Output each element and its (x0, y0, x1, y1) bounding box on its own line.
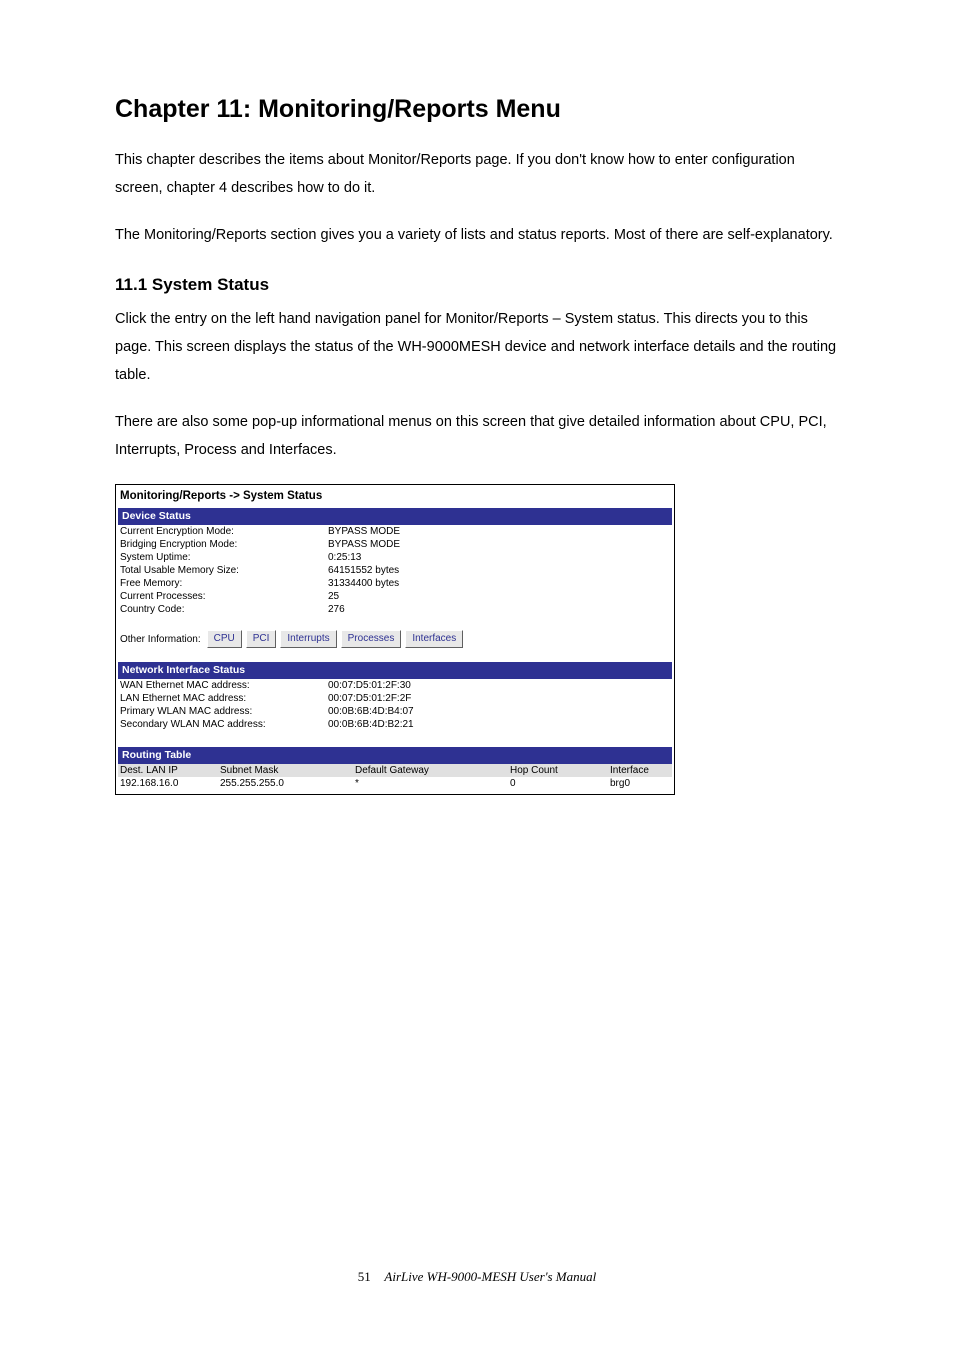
status-value: 00:0B:6B:4D:B4:07 (328, 706, 670, 717)
paragraph: There are also some pop-up informational… (115, 408, 839, 465)
table-row: 192.168.16.0 255.255.255.0 * 0 brg0 (118, 777, 672, 790)
status-label: System Uptime: (120, 552, 328, 563)
page-footer: 51 AirLive WH-9000-MESH User's Manual (0, 1269, 954, 1285)
cell: 255.255.255.0 (220, 778, 355, 789)
chapter-title: Chapter 11: Monitoring/Reports Menu (115, 95, 839, 124)
cell: * (355, 778, 510, 789)
processes-button[interactable]: Processes (341, 630, 402, 648)
cell: 0 (510, 778, 610, 789)
status-row: Bridging Encryption Mode: BYPASS MODE (116, 538, 674, 551)
status-row: Free Memory: 31334400 bytes (116, 577, 674, 590)
status-row: Primary WLAN MAC address: 00:0B:6B:4D:B4… (116, 705, 674, 718)
table-header-row: Dest. LAN IP Subnet Mask Default Gateway… (118, 764, 672, 777)
status-value: 25 (328, 591, 670, 602)
page-number: 51 (358, 1269, 371, 1284)
screenshot-title: Monitoring/Reports -> System Status (116, 485, 674, 508)
column-header: Subnet Mask (220, 765, 355, 776)
status-value: 0:25:13 (328, 552, 670, 563)
column-header: Dest. LAN IP (120, 765, 220, 776)
pci-button[interactable]: PCI (246, 630, 277, 648)
status-value: 00:07:D5:01:2F:2F (328, 693, 670, 704)
status-label: Current Encryption Mode: (120, 526, 328, 537)
status-row: LAN Ethernet MAC address: 00:07:D5:01:2F… (116, 692, 674, 705)
routing-table-header: Routing Table (118, 747, 672, 764)
other-info-label: Other Information: (120, 634, 201, 645)
status-row: Secondary WLAN MAC address: 00:0B:6B:4D:… (116, 718, 674, 731)
status-row: System Uptime: 0:25:13 (116, 551, 674, 564)
status-label: LAN Ethernet MAC address: (120, 693, 328, 704)
status-label: Current Processes: (120, 591, 328, 602)
interfaces-button[interactable]: Interfaces (405, 630, 463, 648)
status-label: Country Code: (120, 604, 328, 615)
status-value: 00:0B:6B:4D:B2:21 (328, 719, 670, 730)
status-label: Primary WLAN MAC address: (120, 706, 328, 717)
status-row: WAN Ethernet MAC address: 00:07:D5:01:2F… (116, 679, 674, 692)
routing-table: Dest. LAN IP Subnet Mask Default Gateway… (118, 764, 672, 790)
status-label: Bridging Encryption Mode: (120, 539, 328, 550)
interrupts-button[interactable]: Interrupts (280, 630, 336, 648)
status-row: Country Code: 276 (116, 603, 674, 616)
status-value: 31334400 bytes (328, 578, 670, 589)
footer-manual-name: AirLive WH-9000-MESH User's Manual (384, 1269, 596, 1284)
status-label: WAN Ethernet MAC address: (120, 680, 328, 691)
device-status-header: Device Status (118, 508, 672, 525)
other-info-row: Other Information: CPU PCI Interrupts Pr… (116, 616, 674, 662)
status-label: Secondary WLAN MAC address: (120, 719, 328, 730)
paragraph: This chapter describes the items about M… (115, 146, 839, 203)
status-row: Current Encryption Mode: BYPASS MODE (116, 525, 674, 538)
status-row: Total Usable Memory Size: 64151552 bytes (116, 564, 674, 577)
column-header: Default Gateway (355, 765, 510, 776)
status-value: BYPASS MODE (328, 539, 670, 550)
cpu-button[interactable]: CPU (207, 630, 242, 648)
status-value: 00:07:D5:01:2F:30 (328, 680, 670, 691)
cell: brg0 (610, 778, 670, 789)
status-value: BYPASS MODE (328, 526, 670, 537)
status-label: Total Usable Memory Size: (120, 565, 328, 576)
column-header: Interface (610, 765, 670, 776)
status-value: 64151552 bytes (328, 565, 670, 576)
column-header: Hop Count (510, 765, 610, 776)
cell: 192.168.16.0 (120, 778, 220, 789)
system-status-screenshot: Monitoring/Reports -> System Status Devi… (115, 484, 675, 795)
paragraph: Click the entry on the left hand navigat… (115, 305, 839, 390)
paragraph: The Monitoring/Reports section gives you… (115, 221, 839, 249)
section-title: 11.1 System Status (115, 275, 839, 295)
status-label: Free Memory: (120, 578, 328, 589)
network-status-header: Network Interface Status (118, 662, 672, 679)
status-row: Current Processes: 25 (116, 590, 674, 603)
status-value: 276 (328, 604, 670, 615)
